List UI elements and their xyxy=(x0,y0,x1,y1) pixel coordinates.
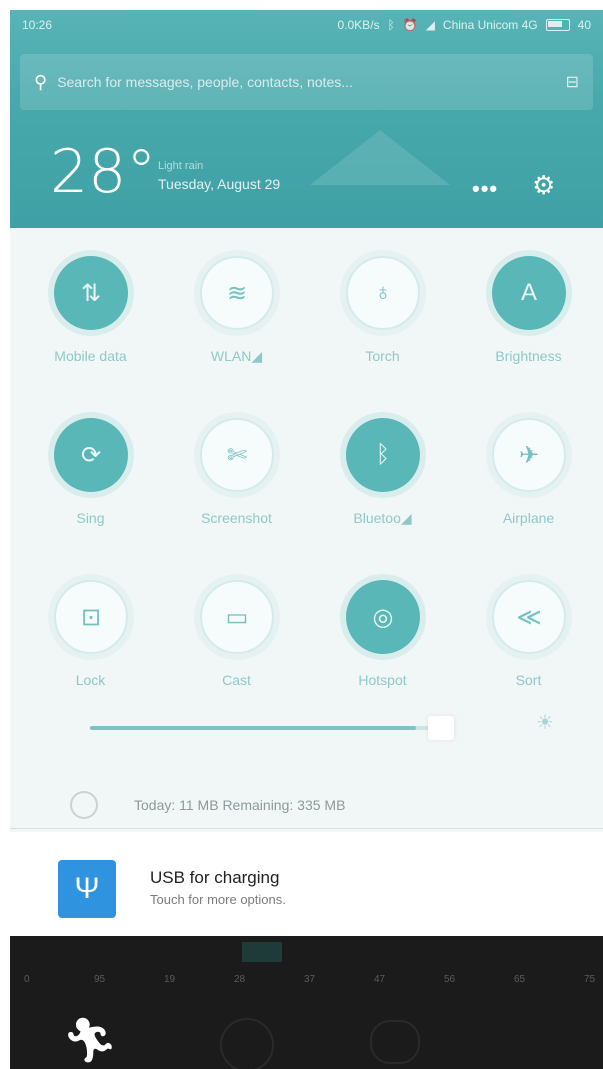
toggle-label: Cast xyxy=(222,672,251,688)
toggle-label: Brightness xyxy=(495,348,562,364)
toggle-label: Mobile data xyxy=(54,348,127,364)
edit-icon[interactable]: ⊟ xyxy=(566,72,579,92)
torch-icon: ♁ xyxy=(346,256,420,330)
header: 10:26 0.0KB/s ᛒ ⏰ ◢ China Unicom 4G 40 ⚲… xyxy=(10,10,603,228)
network-speed: 0.0KB/s xyxy=(337,18,380,32)
search-icon: ⚲ xyxy=(34,71,48,92)
search-placeholder: Search for messages, people, contacts, n… xyxy=(57,74,353,90)
tick-label: 28 xyxy=(234,974,246,985)
sort-icon: ≪ xyxy=(492,580,566,654)
toggle-airplane[interactable]: ✈ Airplane xyxy=(462,418,592,538)
auto-brightness-icon[interactable]: ☀ xyxy=(533,710,557,746)
notification-subtitle: Touch for more options. xyxy=(150,892,286,907)
data-usage-icon xyxy=(70,791,98,819)
signal-status-icon: ◢ xyxy=(425,18,435,32)
toggle-label: WLAN◢ xyxy=(210,348,263,364)
toggle-torch[interactable]: ♁ Torch xyxy=(316,256,446,376)
brightness-slider[interactable] xyxy=(90,726,440,730)
hotspot-icon: ◎ xyxy=(346,580,420,654)
toggle-label: Airplane xyxy=(502,510,555,526)
toggle-hotspot[interactable]: ◎ Hotspot xyxy=(316,580,446,700)
tick-label: 19 xyxy=(164,974,176,985)
gear-icon[interactable]: ⚙ xyxy=(532,170,555,201)
toggle-bluetooth[interactable]: ᛒ Bluetoo◢ xyxy=(316,418,446,538)
toggle-label: Sing xyxy=(76,510,105,526)
date-text: Tuesday, August 29 xyxy=(158,176,281,192)
toggle-lock[interactable]: ⊡ Lock xyxy=(24,580,154,700)
ghost-circle-icon xyxy=(220,1018,274,1069)
wifi-icon: ≋ xyxy=(200,256,274,330)
status-time: 10:26 xyxy=(22,18,53,32)
carrier-name: China Unicom 4G xyxy=(442,18,538,32)
cast-icon: ▭ xyxy=(200,580,274,654)
toggle-sort[interactable]: ≪ Sort xyxy=(462,580,592,700)
brightness-icon: A xyxy=(492,256,566,330)
toggle-cast[interactable]: ▭ Cast xyxy=(170,580,300,700)
notification-title: USB for charging xyxy=(150,868,280,887)
background-app: 0 95 19 28 37 47 56 65 75 🏃︎ xyxy=(10,936,603,1069)
running-man-icon[interactable]: 🏃︎ xyxy=(62,1014,118,1066)
tick-label: 37 xyxy=(304,974,316,985)
ghost-heart-icon xyxy=(370,1020,420,1064)
toggle-brightness[interactable]: A Brightness xyxy=(462,256,592,376)
tick-label: 56 xyxy=(444,974,456,985)
tick-label: 95 xyxy=(94,974,106,985)
weather-location: Light rain xyxy=(158,160,204,172)
search-bar[interactable]: ⚲ Search for messages, people, contacts,… xyxy=(20,54,593,110)
tick-label: 47 xyxy=(374,974,386,985)
battery-level: 40 xyxy=(577,18,591,32)
bluetooth-status-icon: ᛒ xyxy=(387,18,395,32)
lock-icon: ⊡ xyxy=(54,580,128,654)
status-right: 0.0KB/s ᛒ ⏰ ◢ China Unicom 4G 40 xyxy=(338,18,592,32)
toggle-label: Lock xyxy=(75,672,106,688)
bluetooth-icon: ᛒ xyxy=(346,418,420,492)
screenshot-icon: ✄ xyxy=(200,418,274,492)
usb-icon: Ψ xyxy=(58,860,116,918)
tick-label: 0 xyxy=(24,974,30,985)
temperature: 28° xyxy=(50,137,157,207)
status-bar: 10:26 0.0KB/s ᛒ ⏰ ◢ China Unicom 4G 40 xyxy=(10,10,603,40)
alarm-status-icon: ⏰ xyxy=(402,18,418,32)
data-usage-row[interactable]: Today: 11 MB Remaining: 335 MB xyxy=(70,785,570,825)
divider xyxy=(10,828,603,829)
brightness-slider-fill xyxy=(90,726,416,730)
toggle-screenshot[interactable]: ✄ Screenshot xyxy=(170,418,300,538)
tick-label: 75 xyxy=(584,974,596,985)
mobile-data-icon: ⇅ xyxy=(54,256,128,330)
tick-row: 0 95 19 28 37 47 56 65 75 xyxy=(10,944,603,985)
sync-icon: ⟳ xyxy=(54,418,128,492)
weather-info[interactable]: Light rain Tuesday, August 29 xyxy=(158,160,280,192)
notification-shade: 10:26 0.0KB/s ᛒ ⏰ ◢ China Unicom 4G 40 ⚲… xyxy=(10,10,603,1069)
toggle-mobile-data[interactable]: ⇅ Mobile data xyxy=(24,256,154,376)
toggle-label: Bluetoo◢ xyxy=(353,510,412,526)
battery-icon xyxy=(545,19,570,31)
data-usage-text: Today: 11 MB Remaining: 335 MB xyxy=(134,797,346,813)
toggle-label: Sort xyxy=(515,672,542,688)
toggle-label: Torch xyxy=(365,348,400,364)
brightness-slider-thumb[interactable] xyxy=(428,716,454,740)
toggle-sync[interactable]: ⟳ Sing xyxy=(24,418,154,538)
toggle-label: Hotspot xyxy=(358,672,407,688)
tick-label: 65 xyxy=(514,974,526,985)
more-icon[interactable]: ••• xyxy=(472,176,498,202)
toggle-wifi[interactable]: ≋ WLAN◢ xyxy=(170,256,300,376)
airplane-icon: ✈ xyxy=(492,418,566,492)
usb-notification[interactable]: Ψ USB for charging Touch for more option… xyxy=(10,832,603,936)
toggle-label: Screenshot xyxy=(201,510,272,526)
